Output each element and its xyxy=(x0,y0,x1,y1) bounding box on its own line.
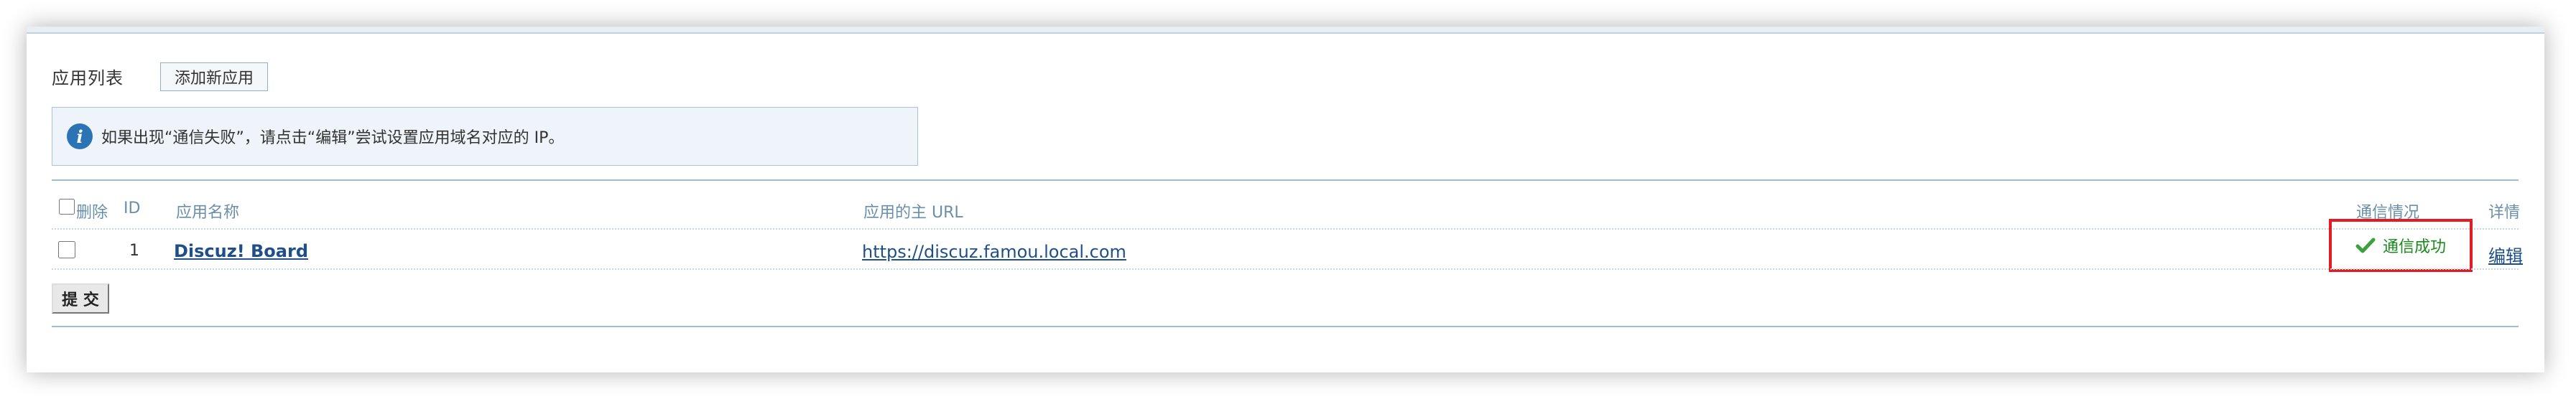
notice-text: 如果出现“通信失败”，请点击“编辑”尝试设置应用域名对应的 IP。 xyxy=(101,129,565,147)
status-text: 通信成功 xyxy=(2382,238,2446,256)
submit-button[interactable]: 提 交 xyxy=(52,283,109,314)
checkmark-icon xyxy=(2355,238,2376,253)
app-list-panel: 应用列表 添加新应用 i 如果出现“通信失败”，请点击“编辑”尝试设置应用域名对… xyxy=(27,27,2544,372)
add-app-button[interactable]: 添加新应用 xyxy=(160,62,268,91)
status-highlight-box: 通信成功 xyxy=(2329,219,2473,272)
header-app-url: 应用的主 URL xyxy=(863,204,963,222)
edit-link[interactable]: 编辑 xyxy=(2488,242,2523,267)
header-app-name: 应用名称 xyxy=(176,204,240,222)
app-name-link[interactable]: Discuz! Board xyxy=(174,241,308,261)
row-delete-checkbox[interactable] xyxy=(58,241,75,258)
row-divider xyxy=(52,228,2519,230)
table-top-divider xyxy=(52,179,2519,181)
row-id: 1 xyxy=(129,242,139,260)
header-delete: 删除 xyxy=(76,204,108,222)
header-id: ID xyxy=(124,200,141,217)
notice-box: i 如果出现“通信失败”，请点击“编辑”尝试设置应用域名对应的 IP。 xyxy=(52,107,918,166)
panel-top-bar xyxy=(27,27,2544,34)
row-divider xyxy=(52,268,2519,270)
panel-title: 应用列表 xyxy=(52,68,124,88)
app-url-link[interactable]: https://discuz.famou.local.com xyxy=(862,242,1126,262)
info-icon: i xyxy=(67,123,93,149)
table-bottom-divider xyxy=(52,326,2519,327)
header-detail: 详情 xyxy=(2488,204,2521,222)
select-all-checkbox[interactable] xyxy=(59,199,75,215)
